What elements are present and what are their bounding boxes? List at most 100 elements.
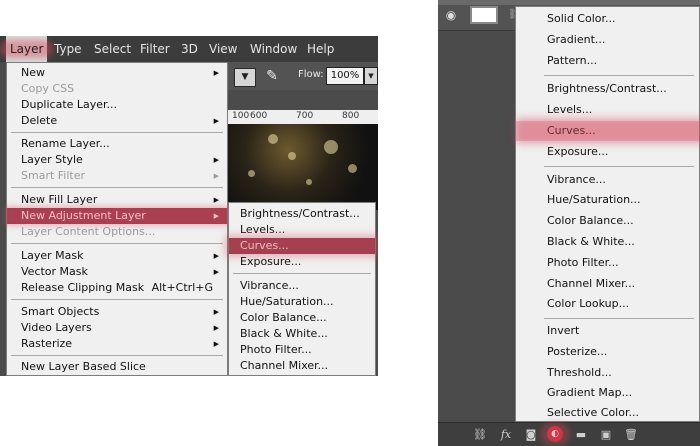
menu-item-new-layer-based-slice[interactable]: New Layer Based Slice	[7, 359, 227, 375]
menu-item-new-adjustment-layer[interactable]: New Adjustment Layer ▶	[7, 208, 227, 224]
menu-item-new-fill-layer[interactable]: New Fill Layer ▶	[7, 192, 227, 208]
menu-item-new[interactable]: New ▶	[7, 65, 227, 81]
bokeh-light	[324, 140, 338, 154]
fx-icon[interactable]: fx	[499, 428, 513, 442]
submenu-item-color-balance[interactable]: Color Balance...	[229, 310, 375, 326]
menu-help[interactable]: Help	[303, 36, 338, 62]
menu-divider	[233, 273, 371, 274]
link-icon[interactable]: ⛓	[473, 428, 487, 442]
adjustment-layer-submenu: Brightness/Contrast... Levels... Curves.…	[228, 202, 376, 376]
menu-item-copy-css: Copy CSS	[21, 82, 75, 95]
popup-item-gradient-map[interactable]: Gradient Map...	[516, 383, 699, 403]
popup-item-vibrance[interactable]: Vibrance...	[516, 170, 699, 190]
menu-item-layer-content-options: Layer Content Options...	[21, 225, 156, 238]
popup-item-solid-color[interactable]: Solid Color...	[516, 9, 699, 29]
submenu-item-curves[interactable]: Curves...	[229, 238, 375, 254]
ruler-tick: 600	[250, 111, 268, 121]
menu-divider	[11, 187, 223, 188]
submenu-item-black-white[interactable]: Black & White...	[229, 326, 375, 342]
menu-window[interactable]: Window	[246, 36, 301, 62]
menu-view[interactable]: View	[205, 36, 241, 62]
mask-icon[interactable]: ◙	[524, 428, 538, 442]
submenu-item-channel-mixer[interactable]: Channel Mixer...	[229, 358, 375, 374]
menu-bar: Layer Type Select Filter 3D View Window …	[0, 36, 378, 62]
airbrush-icon[interactable]: ✎	[262, 66, 282, 86]
popup-item-color-balance[interactable]: Color Balance...	[516, 211, 699, 231]
popup-item-levels[interactable]: Levels...	[516, 100, 699, 120]
menu-item-rasterize[interactable]: Rasterize ▶	[7, 336, 227, 352]
photoshop-window-left: Layer Type Select Filter 3D View Window …	[0, 36, 378, 376]
canvas-image[interactable]	[228, 124, 378, 210]
layers-panel-window: ◉ ⛓ Solid Color... Gradient... Pattern..…	[438, 0, 700, 446]
menu-divider	[11, 243, 223, 244]
ruler-tick: 800	[342, 111, 360, 121]
menu-divider	[544, 166, 694, 167]
submenu-item-hue-saturation[interactable]: Hue/Saturation...	[229, 294, 375, 310]
shortcut-label: Alt+Ctrl+G	[151, 281, 213, 294]
submenu-arrow-icon: ▶	[213, 196, 219, 204]
submenu-item-brightness-contrast[interactable]: Brightness/Contrast...	[229, 206, 375, 222]
submenu-arrow-icon: ▶	[213, 340, 219, 348]
popup-item-gradient[interactable]: Gradient...	[516, 30, 699, 50]
submenu-arrow-icon: ▶	[213, 252, 219, 260]
menu-item-smart-filter: Smart Filter ▶	[21, 169, 219, 182]
popup-item-photo-filter[interactable]: Photo Filter...	[516, 253, 699, 273]
submenu-arrow-icon: ▶	[213, 308, 219, 316]
popup-item-channel-mixer[interactable]: Channel Mixer...	[516, 274, 699, 294]
popup-item-curves[interactable]: Curves...	[516, 121, 699, 141]
menu-divider	[544, 75, 694, 76]
menu-item-delete[interactable]: Delete ▶	[7, 113, 227, 129]
adjustment-layer-popup-menu: Solid Color... Gradient... Pattern... Br…	[515, 6, 700, 422]
popup-item-selective-color[interactable]: Selective Color...	[516, 403, 699, 423]
popup-item-pattern[interactable]: Pattern...	[516, 51, 699, 71]
popup-item-exposure[interactable]: Exposure...	[516, 142, 699, 162]
popup-item-threshold[interactable]: Threshold...	[516, 363, 699, 383]
submenu-arrow-icon: ▶	[213, 156, 219, 164]
popup-item-posterize[interactable]: Posterize...	[516, 342, 699, 362]
submenu-arrow-icon: ▶	[213, 69, 219, 77]
new-layer-icon[interactable]: ▣	[599, 428, 613, 442]
submenu-arrow-icon: ▶	[213, 212, 219, 220]
layer-menu-dropdown: New ▶ Copy CSS Duplicate Layer... Delete ▶…	[6, 62, 228, 376]
bokeh-light	[306, 179, 312, 185]
bokeh-light	[288, 152, 296, 160]
popup-item-brightness-contrast[interactable]: Brightness/Contrast...	[516, 79, 699, 99]
panel-top-strip	[438, 0, 700, 5]
bokeh-light	[348, 164, 357, 173]
menu-item-rename-layer[interactable]: Rename Layer...	[7, 136, 227, 152]
adjustment-layer-icon[interactable]: ◐	[547, 426, 563, 442]
menu-item-smart-objects[interactable]: Smart Objects ▶	[7, 304, 227, 320]
menu-item-release-clipping-mask[interactable]: Release Clipping Mask Alt+Ctrl+G	[7, 280, 227, 296]
menu-filter[interactable]: Filter	[136, 36, 174, 62]
layer-thumbnail[interactable]	[470, 6, 498, 24]
submenu-arrow-icon: ▶	[213, 117, 219, 125]
menu-item-layer-mask[interactable]: Layer Mask ▶	[7, 248, 227, 264]
menu-divider	[544, 318, 694, 319]
popup-item-color-lookup[interactable]: Color Lookup...	[516, 294, 699, 314]
submenu-arrow-icon: ▶	[213, 324, 219, 332]
popup-item-invert[interactable]: Invert	[516, 321, 699, 341]
submenu-arrow-icon: ▶	[213, 172, 219, 180]
eye-icon[interactable]: ◉	[444, 8, 458, 22]
submenu-item-levels[interactable]: Levels...	[229, 222, 375, 238]
menu-select[interactable]: Select	[90, 36, 135, 62]
menu-layer[interactable]: Layer	[6, 36, 48, 62]
brush-preset-dropdown[interactable]: ▼	[234, 68, 256, 87]
menu-item-layer-style[interactable]: Layer Style ▶	[7, 152, 227, 168]
menu-divider	[11, 299, 223, 300]
trash-icon[interactable]: 🗑	[624, 428, 638, 442]
menu-type[interactable]: Type	[50, 36, 86, 62]
popup-item-hue-saturation[interactable]: Hue/Saturation...	[516, 190, 699, 210]
menu-item-duplicate-layer[interactable]: Duplicate Layer...	[7, 97, 227, 113]
submenu-item-exposure[interactable]: Exposure...	[229, 254, 375, 270]
folder-icon[interactable]: ▬	[574, 428, 588, 442]
flow-input[interactable]: 100%	[326, 67, 364, 85]
menu-item-video-layers[interactable]: Video Layers ▶	[7, 320, 227, 336]
popup-item-black-white[interactable]: Black & White...	[516, 232, 699, 252]
submenu-item-vibrance[interactable]: Vibrance...	[229, 278, 375, 294]
menu-3d[interactable]: 3D	[177, 36, 202, 62]
menu-item-vector-mask[interactable]: Vector Mask ▶	[7, 264, 227, 280]
flow-dropdown-arrow[interactable]: ▼	[364, 67, 378, 85]
ruler-tick: 100	[232, 111, 250, 121]
submenu-item-photo-filter[interactable]: Photo Filter...	[229, 342, 375, 358]
